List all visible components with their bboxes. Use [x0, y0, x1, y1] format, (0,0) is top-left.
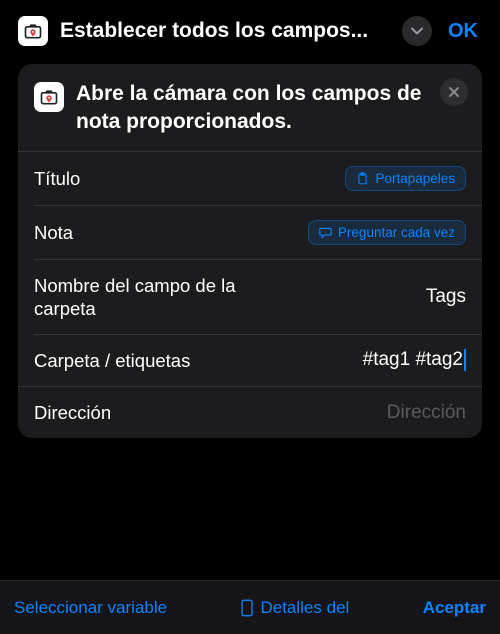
action-card: Abre la cámara con los campos de nota pr… — [18, 64, 482, 438]
details-label: Detalles del — [260, 598, 349, 618]
row-label: Nombre del campo de la carpeta — [34, 274, 264, 320]
row-value[interactable]: #tag1 #tag2 — [363, 349, 466, 371]
window-header: Establecer todos los campos... OK — [0, 0, 500, 64]
clipboard-chip[interactable]: Portapapeles — [345, 166, 466, 191]
ask-each-time-chip[interactable]: Preguntar cada vez — [308, 220, 466, 245]
row-placeholder: Dirección — [387, 402, 466, 424]
row-label: Carpeta / etiquetas — [34, 349, 190, 372]
chip-label: Preguntar cada vez — [338, 225, 455, 240]
row-address[interactable]: Dirección Dirección — [18, 387, 482, 438]
clipboard-icon — [356, 172, 369, 185]
camera-pin-icon — [23, 21, 43, 41]
row-value: Tags — [426, 286, 466, 308]
close-icon — [448, 86, 460, 98]
expand-button[interactable] — [402, 16, 432, 46]
row-folder-field-name[interactable]: Nombre del campo de la carpeta Tags — [18, 260, 482, 334]
chevron-down-icon — [411, 27, 423, 35]
select-variable-button[interactable]: Seleccionar variable — [14, 598, 167, 618]
app-icon — [34, 82, 64, 112]
camera-pin-icon — [39, 87, 59, 107]
message-icon — [319, 226, 332, 239]
close-button[interactable] — [440, 78, 468, 106]
header-title: Establecer todos los campos... — [60, 19, 390, 43]
row-title[interactable]: Título Portapapeles — [18, 152, 482, 205]
keyboard-toolbar: Seleccionar variable Detalles del Acepta… — [0, 580, 500, 634]
row-label: Dirección — [34, 401, 111, 424]
row-folder-tags[interactable]: Carpeta / etiquetas #tag1 #tag2 — [18, 335, 482, 386]
card-header: Abre la cámara con los campos de nota pr… — [18, 64, 482, 151]
chip-label: Portapapeles — [375, 171, 455, 186]
app-icon — [18, 16, 48, 46]
card-description: Abre la cámara con los campos de nota pr… — [76, 80, 466, 137]
row-note[interactable]: Nota Preguntar cada vez — [18, 206, 482, 259]
row-label: Nota — [34, 221, 73, 244]
phone-icon — [240, 599, 254, 617]
accept-button[interactable]: Aceptar — [423, 598, 486, 618]
row-label: Título — [34, 167, 80, 190]
shortcut-details-button[interactable]: Detalles del — [185, 598, 405, 618]
ok-button[interactable]: OK — [444, 20, 482, 43]
